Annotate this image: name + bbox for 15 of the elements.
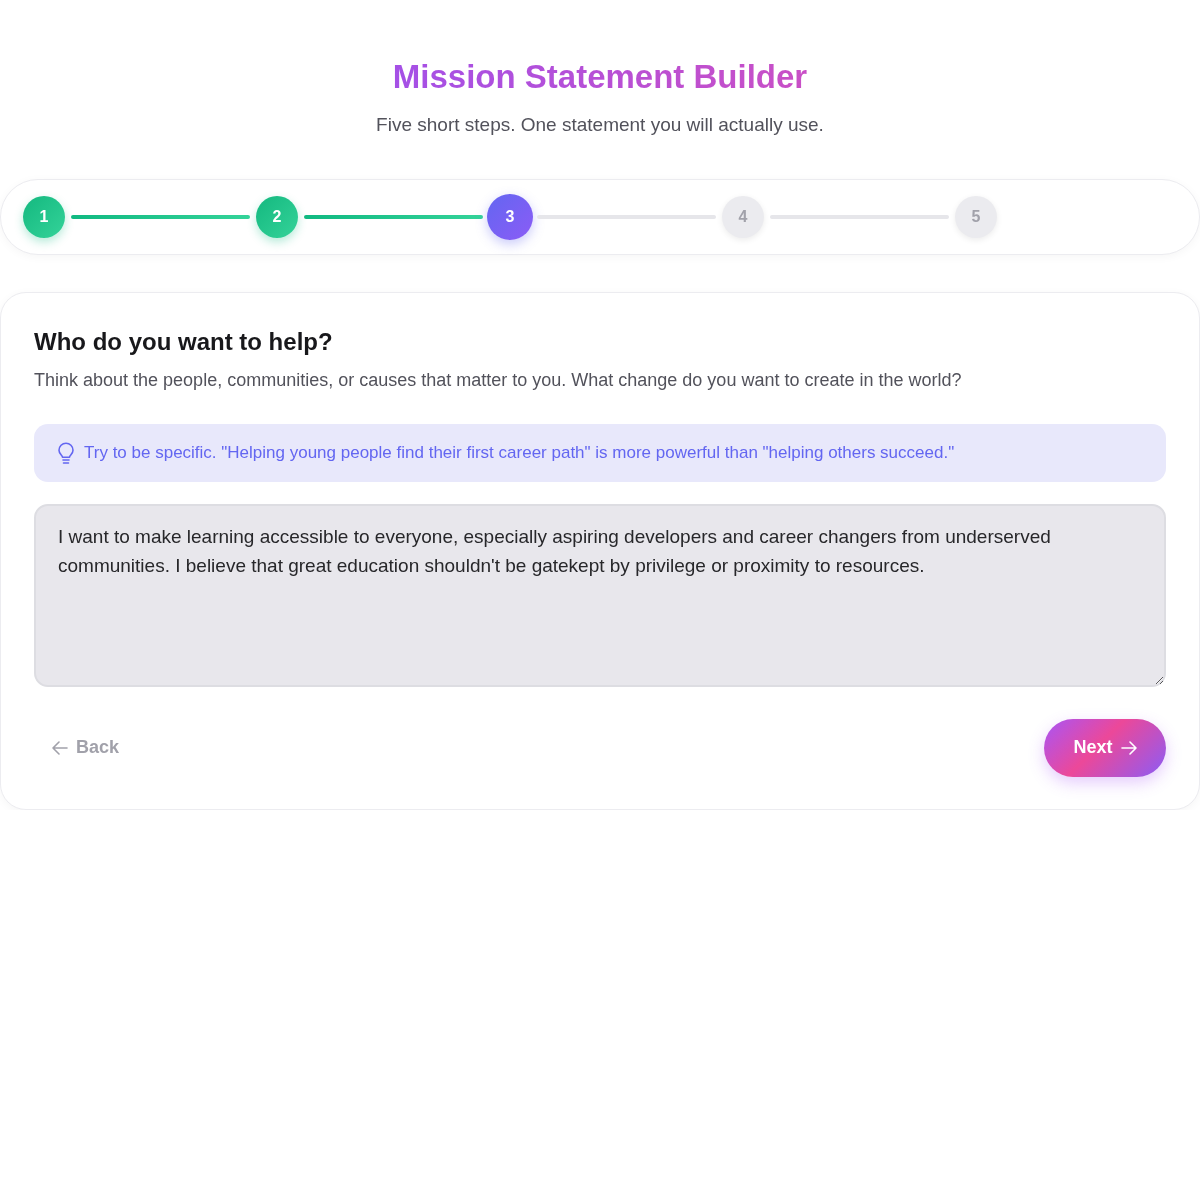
step-circle: 2 (256, 196, 298, 239)
answer-field[interactable]: I want to make learning accessible to everyone, especially aspiring developers and career changers from underserved communities. I believe that great education shouldn't be gatekept by privilege or proximity to resources. (34, 503, 1166, 687)
back-button[interactable]: Back (34, 724, 138, 772)
question-title: Who do you want to help? (34, 327, 333, 358)
lightbulb-icon (56, 442, 76, 465)
arrow-right-icon (1120, 740, 1137, 755)
step-circle: 5 (955, 196, 997, 239)
page-subtitle: Five short steps. One statement you will actually use. (376, 112, 824, 137)
step-circle: 4 (722, 196, 764, 239)
step-circle: 3 (487, 194, 533, 241)
next-button[interactable]: Next (1044, 718, 1166, 777)
step-circle: 1 (23, 196, 65, 239)
arrow-left-icon (52, 740, 68, 755)
question-description: Think about the people, communities, or causes that matter to you. What change do you want to create in the world? (34, 369, 962, 393)
tip-text: Try to be specific. "Helping young people find their first career path" is more powerful than "helping others succeed." (84, 442, 955, 465)
